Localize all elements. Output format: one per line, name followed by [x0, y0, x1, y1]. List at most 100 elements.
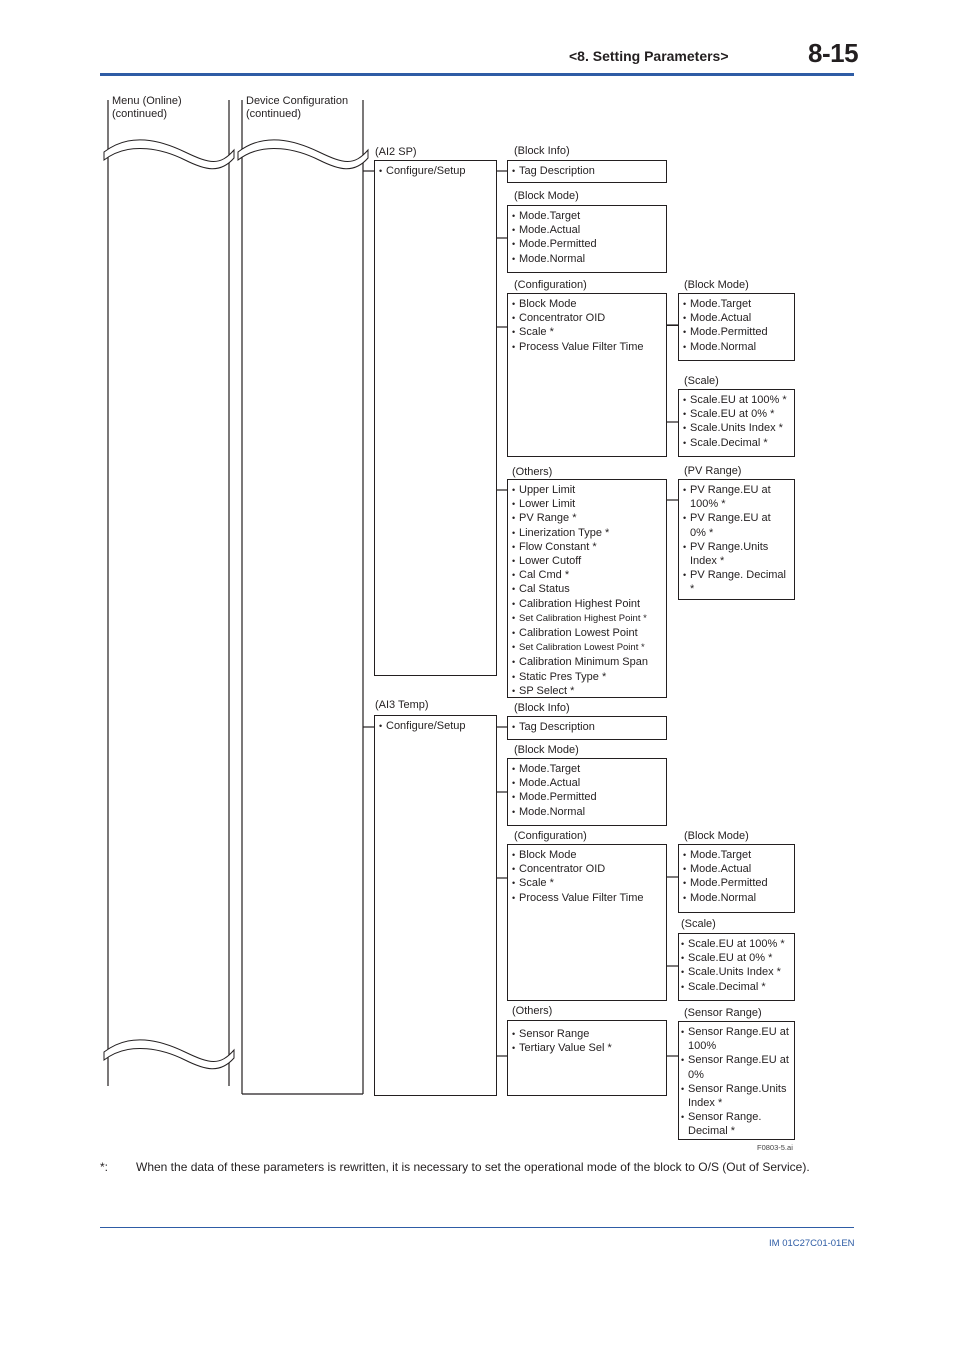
- ai3-sensor-range-label: (Sensor Range): [684, 1007, 762, 1019]
- list-item[interactable]: Scale.Units Index *: [683, 421, 794, 435]
- ai3-configuration-label: (Configuration): [514, 830, 587, 842]
- document-id: IM 01C27C01-01EN: [769, 1238, 855, 1249]
- ai3-block-info-label: (Block Info): [514, 702, 570, 714]
- break-symbol: [103, 139, 235, 170]
- ai3-block-mode-label: (Block Mode): [514, 744, 579, 756]
- ai2-label: (AI2 SP): [375, 146, 417, 158]
- ai2-configure-setup[interactable]: Configure/Setup: [379, 164, 496, 178]
- list-item[interactable]: Mode.Target: [683, 297, 794, 311]
- list-item[interactable]: Mode.Actual: [683, 862, 794, 876]
- list-item[interactable]: Mode.Normal: [512, 252, 666, 266]
- list-item[interactable]: Lower Limit: [512, 497, 666, 511]
- list-item[interactable]: Mode.Actual: [683, 311, 794, 325]
- ai2-scale-box: Scale.EU at 100% * Scale.EU at 0% * Scal…: [678, 389, 795, 457]
- list-item[interactable]: Scale.Decimal *: [683, 436, 794, 450]
- list-item[interactable]: Upper Limit: [512, 483, 666, 497]
- list-item[interactable]: Mode.Permitted: [683, 325, 794, 339]
- ai3-configuration-box: Block Mode Concentrator OID Scale * Proc…: [507, 844, 667, 1001]
- list-item[interactable]: Scale.EU at 100% *: [681, 937, 794, 951]
- footnote-mark: *:: [100, 1160, 109, 1174]
- list-item[interactable]: Block Mode: [512, 848, 666, 862]
- ai2-configuration-label: (Configuration): [514, 279, 587, 291]
- list-item[interactable]: PV Range. Decimal *: [683, 568, 788, 596]
- ai3-scale-label: (Scale): [681, 918, 716, 930]
- list-item[interactable]: PV Range *: [512, 511, 666, 525]
- list-item[interactable]: Scale.Units Index *: [681, 965, 794, 979]
- figure-id: F0803-5.ai: [757, 1143, 793, 1152]
- list-item[interactable]: Scale.EU at 0% *: [681, 951, 794, 965]
- ai2-menu-box: Configure/Setup: [374, 160, 497, 676]
- list-item[interactable]: Mode.Normal: [512, 805, 666, 819]
- list-item[interactable]: Static Pres Type *: [512, 670, 666, 684]
- list-item[interactable]: Sensor Range.EU at 100%: [681, 1025, 792, 1053]
- footer-rule: [100, 1227, 854, 1228]
- list-item[interactable]: Cal Status: [512, 582, 666, 596]
- list-item[interactable]: Mode.Target: [512, 209, 666, 223]
- list-item[interactable]: Scale.EU at 0% *: [683, 407, 794, 421]
- list-item[interactable]: Set Calibration Highest Point *: [512, 611, 666, 626]
- ai3-block-mode-box: Mode.Target Mode.Actual Mode.Permitted M…: [507, 758, 667, 826]
- ai3-others-box: Sensor Range Tertiary Value Sel *: [507, 1020, 667, 1096]
- list-item[interactable]: Scale.Decimal *: [681, 980, 794, 994]
- list-item[interactable]: Mode.Target: [512, 762, 666, 776]
- list-item[interactable]: PV Range.EU at 100% *: [683, 483, 788, 511]
- ai2-pv-range-label: (PV Range): [684, 465, 742, 477]
- list-item[interactable]: Sensor Range. Decimal *: [681, 1110, 792, 1138]
- ai2-cfg-block-mode-label: (Block Mode): [684, 279, 749, 291]
- ai2-cfg-block-mode-box: Mode.Target Mode.Actual Mode.Permitted M…: [678, 293, 795, 361]
- ai3-cfg-block-mode-label: (Block Mode): [684, 830, 749, 842]
- break-symbol: [103, 1039, 235, 1070]
- ai2-block-info-box: Tag Description: [507, 160, 667, 183]
- list-item[interactable]: Sensor Range: [512, 1027, 666, 1041]
- ai3-sensor-range-box: Sensor Range.EU at 100% Sensor Range.EU …: [678, 1021, 795, 1140]
- ai3-configure-setup[interactable]: Configure/Setup: [379, 719, 496, 733]
- ai2-block-mode-box: Mode.Target Mode.Actual Mode.Permitted M…: [507, 205, 667, 273]
- list-item[interactable]: Process Value Filter Time: [512, 340, 666, 354]
- footnote-text: When the data of these parameters is rew…: [136, 1160, 810, 1174]
- list-item[interactable]: Calibration Lowest Point: [512, 626, 666, 640]
- ai3-scale-box: Scale.EU at 100% * Scale.EU at 0% * Scal…: [678, 933, 795, 1001]
- list-item[interactable]: Concentrator OID: [512, 862, 666, 876]
- ai3-label: (AI3 Temp): [375, 699, 429, 711]
- ai2-configuration-box: Block Mode Concentrator OID Scale * Proc…: [507, 293, 667, 457]
- list-item[interactable]: Mode.Target: [683, 848, 794, 862]
- list-item[interactable]: Scale *: [512, 325, 666, 339]
- ai3-tag-description[interactable]: Tag Description: [512, 720, 666, 734]
- ai2-block-mode-label: (Block Mode): [514, 190, 579, 202]
- list-item[interactable]: Calibration Minimum Span: [512, 655, 666, 669]
- ai2-pv-range-box: PV Range.EU at 100% * PV Range.EU at 0% …: [678, 479, 795, 600]
- ai3-block-info-box: Tag Description: [507, 716, 667, 740]
- list-item[interactable]: Flow Constant *: [512, 540, 666, 554]
- connector: [666, 325, 678, 326]
- list-item[interactable]: Cal Cmd *: [512, 568, 666, 582]
- ai3-menu-box: Configure/Setup: [374, 715, 497, 1096]
- list-item[interactable]: Sensor Range.Units Index *: [681, 1082, 792, 1110]
- list-item[interactable]: Sensor Range.EU at 0%: [681, 1053, 792, 1081]
- list-item[interactable]: Mode.Actual: [512, 223, 666, 237]
- break-symbol: [237, 139, 369, 170]
- list-item[interactable]: Mode.Permitted: [683, 876, 794, 890]
- list-item[interactable]: Process Value Filter Time: [512, 891, 666, 905]
- ai2-tag-description[interactable]: Tag Description: [512, 164, 666, 178]
- list-item[interactable]: SP Select *: [512, 684, 666, 698]
- list-item[interactable]: Mode.Permitted: [512, 790, 666, 804]
- list-item[interactable]: Calibration Highest Point: [512, 597, 666, 611]
- list-item[interactable]: Tertiary Value Sel *: [512, 1041, 666, 1055]
- list-item[interactable]: Scale *: [512, 876, 666, 890]
- list-item[interactable]: Mode.Permitted: [512, 237, 666, 251]
- list-item[interactable]: Block Mode: [512, 297, 666, 311]
- list-item[interactable]: PV Range.Units Index *: [683, 540, 788, 568]
- list-item[interactable]: Concentrator OID: [512, 311, 666, 325]
- ai3-cfg-block-mode-box: Mode.Target Mode.Actual Mode.Permitted M…: [678, 844, 795, 913]
- list-item[interactable]: Set Calibration Lowest Point *: [512, 640, 666, 655]
- list-item[interactable]: Mode.Normal: [683, 340, 794, 354]
- list-item[interactable]: Lower Cutoff: [512, 554, 666, 568]
- list-item[interactable]: Scale.EU at 100% *: [683, 393, 794, 407]
- ai3-others-label: (Others): [512, 1005, 553, 1017]
- list-item[interactable]: PV Range.EU at 0% *: [683, 511, 788, 539]
- ai2-others-box: Upper Limit Lower Limit PV Range * Liner…: [507, 479, 667, 698]
- list-item[interactable]: Mode.Normal: [683, 891, 794, 905]
- ai2-scale-label: (Scale): [684, 375, 719, 387]
- list-item[interactable]: Mode.Actual: [512, 776, 666, 790]
- list-item[interactable]: Linerization Type *: [512, 526, 666, 540]
